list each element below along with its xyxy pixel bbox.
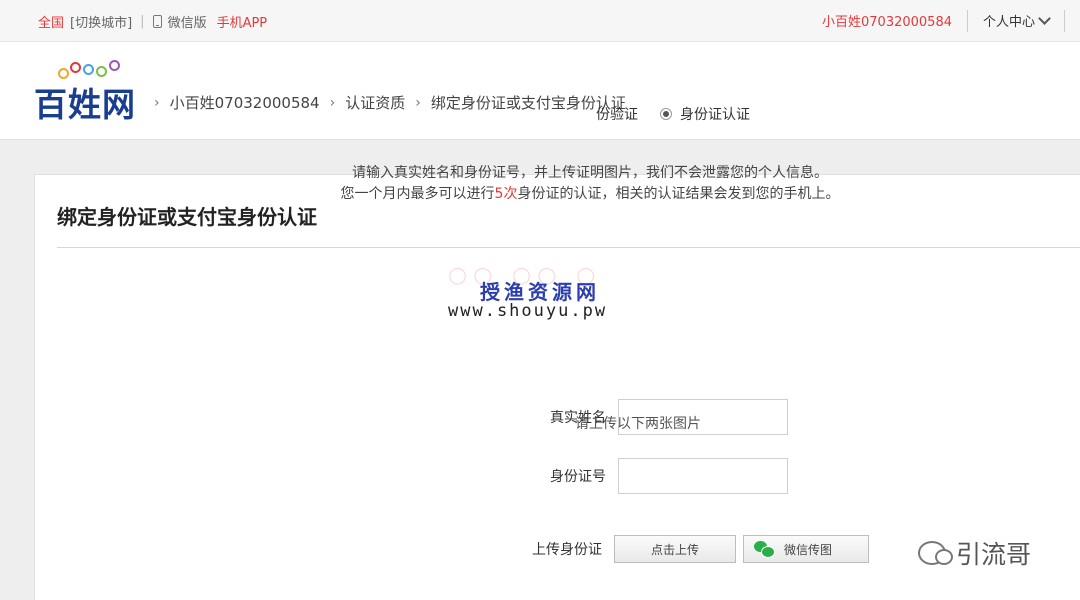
divider <box>1064 9 1065 32</box>
radio-label-other[interactable]: 份验证 <box>596 104 638 124</box>
upload-row: 上传身份证 点击上传 微信传图 <box>506 535 869 563</box>
instruction-line-2: 您一个月内最多可以进行5次身份证的认证，相关的认证结果会发到您的手机上。 <box>340 186 840 202</box>
wechat-upload-button[interactable]: 微信传图 <box>743 535 869 563</box>
chevron-down-icon <box>1038 12 1051 25</box>
wechat-bubble-icon <box>918 541 953 565</box>
instruction-line-1: 请输入真实姓名和身份证号，并上传证明图片，我们不会泄露您的个人信息。 <box>352 165 828 181</box>
id-number-input[interactable] <box>618 458 788 494</box>
radio-id-card[interactable] <box>660 108 672 120</box>
site-logo[interactable]: 百姓网 <box>34 58 140 124</box>
switch-city-link[interactable]: [切换城市] <box>70 12 132 31</box>
wechat-upload-label: 微信传图 <box>784 542 833 557</box>
watermark-brand: 引流哥 <box>918 535 1031 571</box>
id-number-row: 身份证号 <box>510 458 788 494</box>
top-bar: 全国 [切换城市] | 微信版 手机APP 小百姓07032000584 个人中… <box>0 0 1080 42</box>
upload-label: 上传身份证 <box>532 542 602 558</box>
page-title: 绑定身份证或支付宝身份认证 <box>57 205 317 229</box>
verification-method-group: 份验证 身份证认证 <box>596 104 750 124</box>
breadcrumb: › 小百姓07032000584 › 认证资质 › 绑定身份证或支付宝身份认证 <box>148 92 626 113</box>
breadcrumb-item-user[interactable]: 小百姓07032000584 <box>170 92 320 113</box>
divider <box>966 9 968 32</box>
instructions: 请输入真实姓名和身份证号，并上传证明图片，我们不会泄露您的个人信息。 您一个月内… <box>330 163 850 205</box>
upload-button[interactable]: 点击上传 <box>614 535 736 563</box>
wechat-icon <box>754 541 775 558</box>
radio-label-id-card[interactable]: 身份证认证 <box>680 104 750 124</box>
watermark-brand-text: 引流哥 <box>956 540 1032 569</box>
personal-center-menu[interactable]: 个人中心 <box>982 11 1051 30</box>
top-bar-left: 全国 [切换城市] | 微信版 手机APP <box>38 12 267 31</box>
divider: | <box>140 14 145 29</box>
attempt-limit: 5次 <box>494 186 518 202</box>
breadcrumb-arrow-icon: › <box>329 94 336 111</box>
username-link[interactable]: 小百姓07032000584 <box>822 11 952 30</box>
breadcrumb-arrow-icon: › <box>154 94 160 111</box>
city-link[interactable]: 全国 <box>38 12 64 31</box>
site-header: 百姓网 › 小百姓07032000584 › 认证资质 › 绑定身份证或支付宝身… <box>0 42 1080 140</box>
upload-hint: 请上传以下两张图片 <box>575 416 701 432</box>
id-number-label: 身份证号 <box>550 469 606 485</box>
mobile-app-link[interactable]: 手机APP <box>217 12 268 31</box>
watermark-url: www.shouyu.pw <box>448 301 608 321</box>
breadcrumb-arrow-icon: › <box>415 94 421 111</box>
top-bar-right: 小百姓07032000584 个人中心 <box>822 0 1080 41</box>
wechat-version-link[interactable]: 微信版 <box>168 12 207 31</box>
personal-center-label: 个人中心 <box>982 15 1035 30</box>
breadcrumb-item-certification[interactable]: 认证资质 <box>345 92 405 113</box>
phone-icon <box>152 15 162 28</box>
logo-text: 百姓网 <box>34 85 136 124</box>
title-divider <box>57 247 1080 248</box>
